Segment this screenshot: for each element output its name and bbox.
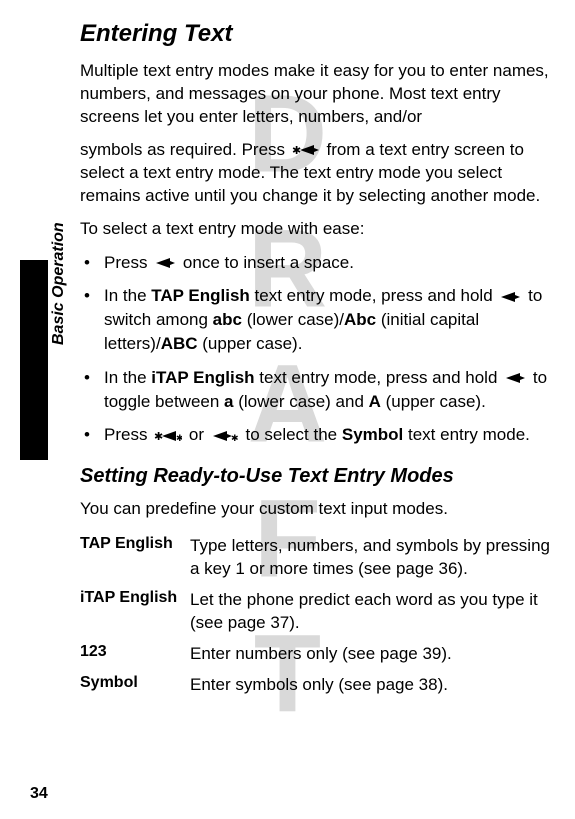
mode-desc: Enter numbers only (see page 39). — [190, 639, 555, 670]
mode-symbol: Symbol — [342, 425, 403, 444]
text: once to insert a space. — [178, 253, 354, 272]
modes-table: TAP English Type letters, numbers, and s… — [80, 531, 555, 701]
page-content: Entering Text Multiple text entry modes … — [0, 0, 575, 721]
svg-text:✱: ✱ — [154, 431, 163, 443]
mode-abc-lower: abc — [213, 310, 242, 329]
bullet-1: Press once to insert a space. — [80, 251, 555, 275]
bullet-list: Press once to insert a space. In the TAP… — [80, 251, 555, 448]
mode-name: Symbol — [80, 670, 190, 701]
text: (upper case). — [381, 392, 486, 411]
mode-desc: Let the phone predict each word as you t… — [190, 585, 555, 639]
page-number: 34 — [30, 785, 48, 803]
nav-key-icon — [504, 371, 526, 385]
mode-itap-english: iTAP English — [151, 368, 254, 387]
mode-a-lower: a — [224, 392, 233, 411]
heading-setting-modes: Setting Ready-to-Use Text Entry Modes — [80, 465, 555, 488]
text: In the — [104, 368, 151, 387]
nav-key-icon — [154, 256, 176, 270]
mode-tap-english: TAP English — [151, 286, 250, 305]
mode-name: 123 — [80, 639, 190, 670]
text: (upper case). — [198, 334, 303, 353]
text: text entry mode. — [403, 425, 530, 444]
nav-star-key-icon: ✱ — [211, 428, 239, 444]
nav-key-icon — [499, 290, 521, 304]
intro-paragraph-1: Multiple text entry modes make it easy f… — [80, 60, 555, 129]
star-nav-key-icon: ✱ — [292, 142, 320, 158]
bullet-2: In the TAP English text entry mode, pres… — [80, 284, 555, 355]
mode-a-upper: A — [369, 392, 381, 411]
mode-name: iTAP English — [80, 585, 190, 639]
intro-paragraph-2: symbols as required. Press ✱ from a text… — [80, 139, 555, 208]
predefine-paragraph: You can predefine your custom text input… — [80, 498, 555, 521]
text: or — [184, 425, 209, 444]
text: (lower case)/ — [242, 310, 344, 329]
table-row: 123 Enter numbers only (see page 39). — [80, 639, 555, 670]
bullet-3: In the iTAP English text entry mode, pre… — [80, 366, 555, 414]
section-label: Basic Operation — [50, 222, 68, 345]
mode-abc-upper: ABC — [161, 334, 198, 353]
mode-desc: Type letters, numbers, and symbols by pr… — [190, 531, 555, 585]
mode-name: TAP English — [80, 531, 190, 585]
mode-abc-initial: Abc — [344, 310, 376, 329]
text: Press — [104, 253, 152, 272]
text: Press — [104, 425, 152, 444]
bullet-4: Press ✱✱ or ✱ to select the Symbol text … — [80, 423, 555, 447]
side-tab — [20, 260, 48, 460]
text: symbols as required. Press — [80, 140, 290, 159]
heading-entering-text: Entering Text — [80, 20, 555, 48]
svg-text:✱: ✱ — [292, 145, 301, 157]
table-row: iTAP English Let the phone predict each … — [80, 585, 555, 639]
text: to select the — [241, 425, 342, 444]
table-row: Symbol Enter symbols only (see page 38). — [80, 670, 555, 701]
table-row: TAP English Type letters, numbers, and s… — [80, 531, 555, 585]
text: text entry mode, press and hold — [255, 368, 503, 387]
svg-text:✱: ✱ — [231, 433, 239, 443]
text: (lower case) and — [234, 392, 369, 411]
lead-in: To select a text entry mode with ease: — [80, 218, 555, 241]
text: In the — [104, 286, 151, 305]
text: text entry mode, press and hold — [250, 286, 498, 305]
star-nav-key-icon: ✱✱ — [154, 428, 182, 444]
mode-desc: Enter symbols only (see page 38). — [190, 670, 555, 701]
svg-text:✱: ✱ — [176, 433, 182, 443]
